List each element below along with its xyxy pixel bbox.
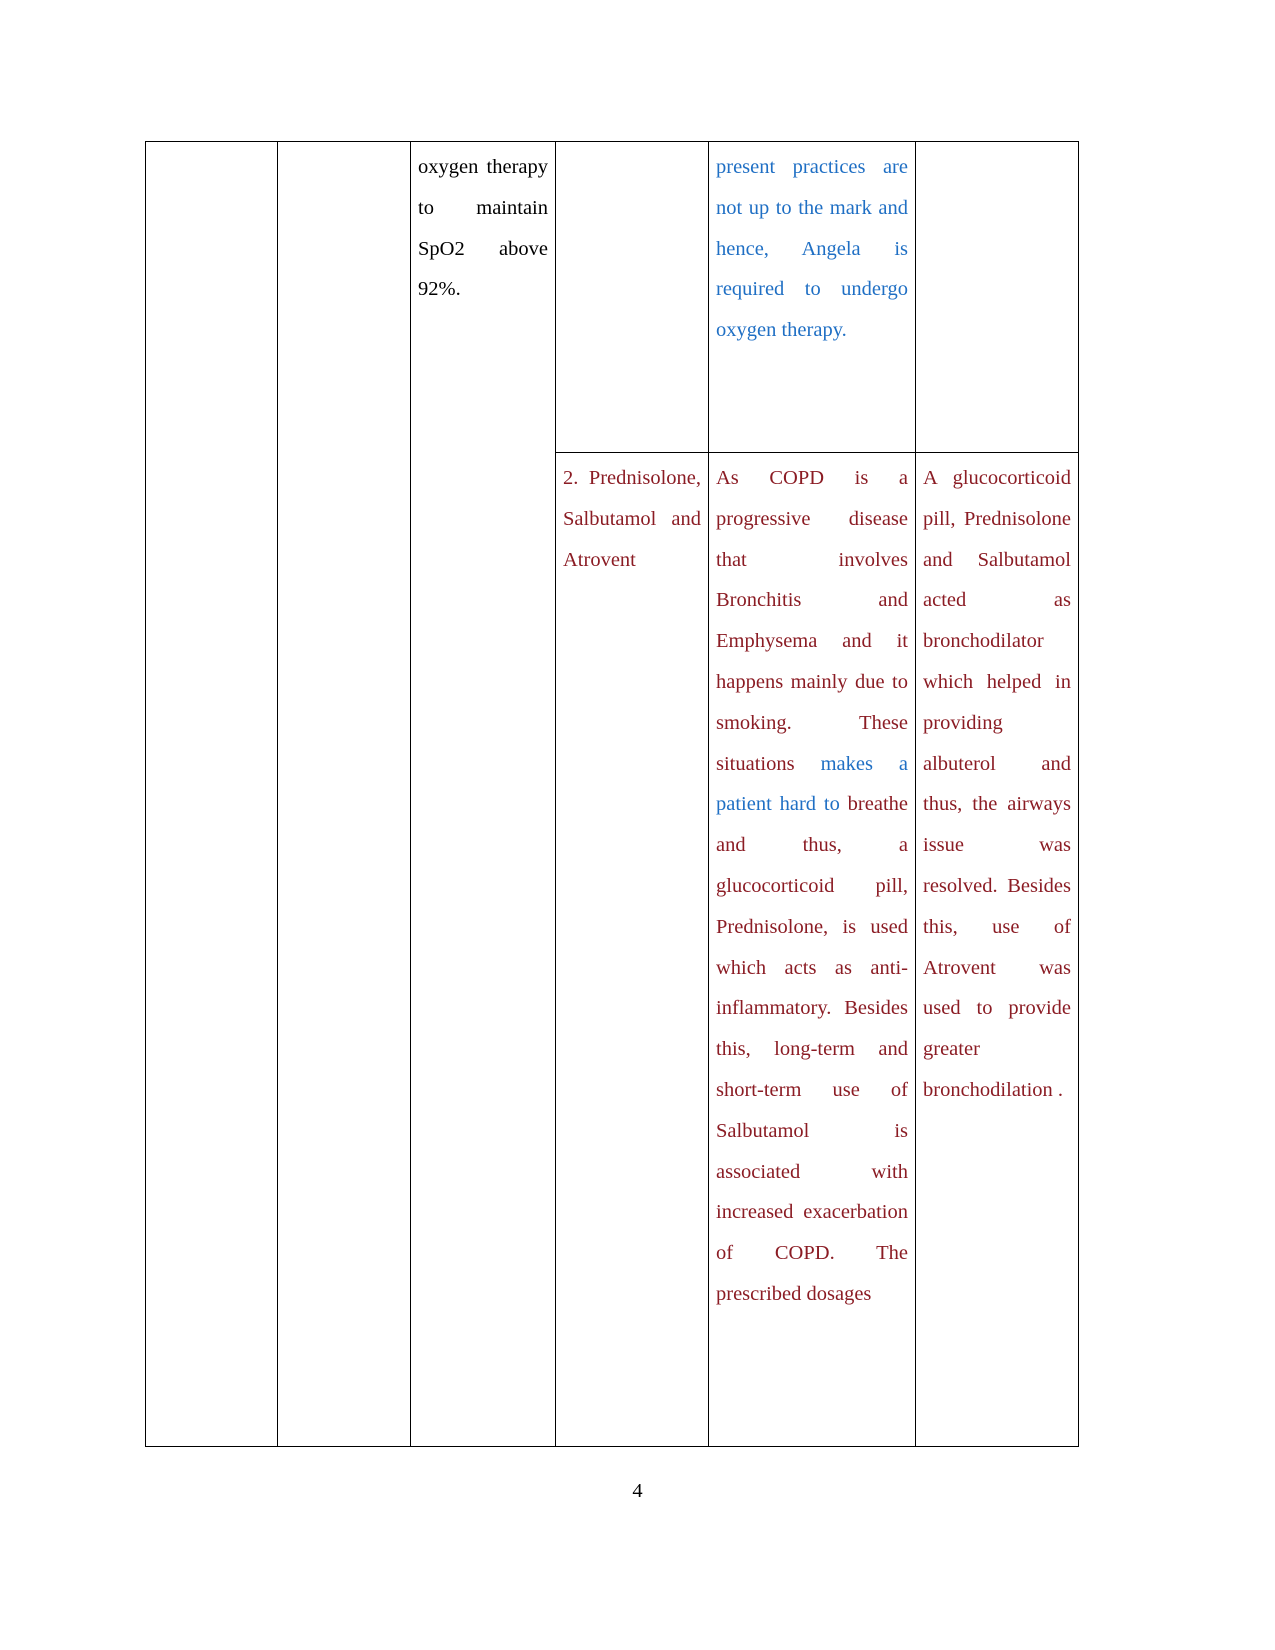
cell-row1-column-f-body (916, 142, 1078, 452)
cell-medication-rationale: As COPD is a progressive disease that in… (708, 452, 916, 1447)
cell-oxygen-therapy-body: oxygen therapy to maintain SpO2 above 92… (411, 142, 555, 452)
continuation-table: oxygen therapy to maintain SpO2 above 92… (145, 141, 1079, 1447)
medication-outcome-text: A glucocorticoid pill, Prednisolone and … (923, 467, 1071, 1101)
rationale-run-red-2: breathe and thus, a glucocorticoid pill,… (716, 793, 908, 1305)
document-page: oxygen therapy to maintain SpO2 above 92… (0, 0, 1275, 1650)
cell-medication-list: 2. Prednisolone, Salbutamol and Atrovent (555, 452, 709, 1447)
rationale-run-red-1: As COPD is a progressive disease that in… (716, 467, 908, 775)
medication-list-text: 2. Prednisolone, Salbutamol and Atrovent (563, 467, 701, 571)
page-number: 4 (632, 1480, 643, 1502)
cell-row1-rationale: present practices are not up to the mark… (708, 141, 916, 453)
cell-oxygen-therapy: oxygen therapy to maintain SpO2 above 92… (410, 141, 556, 1447)
cell-column-b (277, 141, 411, 1447)
medication-rationale-text: As COPD is a progressive disease that in… (716, 458, 908, 1315)
cell-row1-column-f (915, 141, 1079, 453)
cell-medication-list-body: 2. Prednisolone, Salbutamol and Atrovent (556, 453, 708, 1446)
table-row: oxygen therapy to maintain SpO2 above 92… (145, 141, 1079, 1447)
cell-row1-column-d (555, 141, 709, 453)
cell-medication-outcome: A glucocorticoid pill, Prednisolone and … (915, 452, 1079, 1447)
cell-medication-outcome-body: A glucocorticoid pill, Prednisolone and … (916, 453, 1078, 1446)
oxygen-therapy-text: oxygen therapy to maintain SpO2 above 92… (418, 156, 548, 301)
row1-rationale-text: present practices are not up to the mark… (716, 156, 908, 342)
cell-row1-column-d-body (556, 142, 708, 452)
cell-medication-rationale-body: As COPD is a progressive disease that in… (709, 453, 915, 1446)
cell-row1-rationale-body: present practices are not up to the mark… (709, 142, 915, 452)
cell-column-a (145, 141, 278, 1447)
